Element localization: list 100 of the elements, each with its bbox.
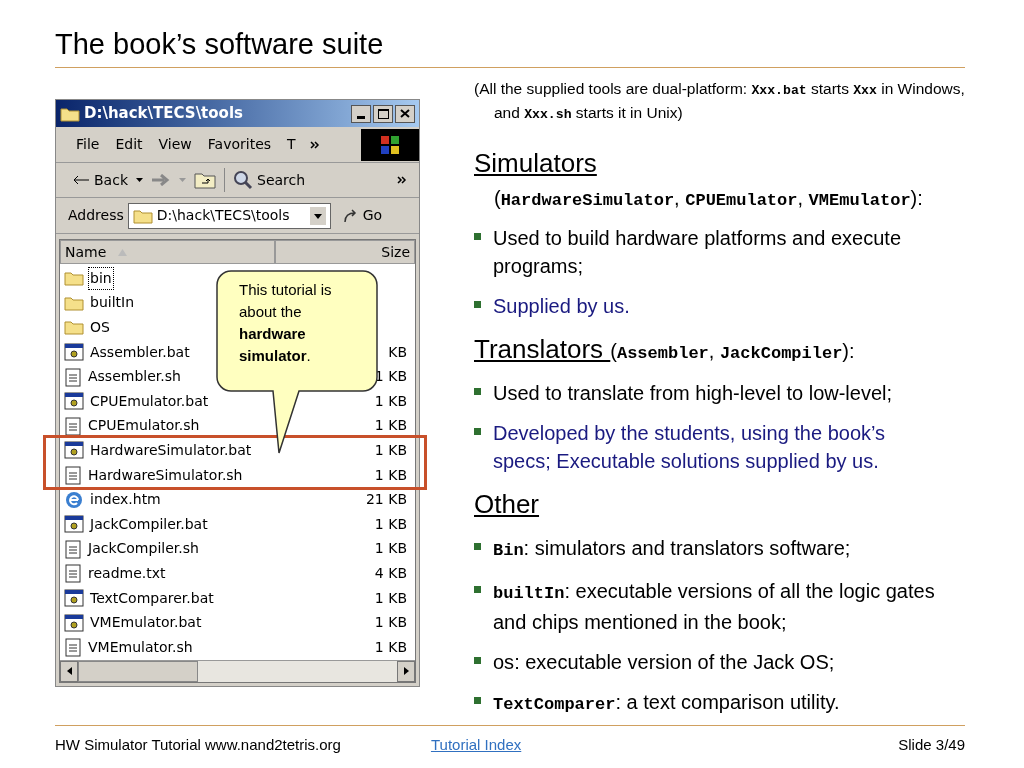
file-size: 1 KB: [374, 391, 408, 411]
text-file-icon: [64, 538, 82, 559]
left-arrow-icon: [66, 667, 72, 675]
dropdown-icon: [179, 178, 186, 182]
file-size: KB: [388, 342, 408, 362]
file-name[interactable]: JackCompiler.bat: [88, 512, 210, 536]
window-app-icon: [64, 441, 84, 460]
forward-arrow-icon: [151, 174, 171, 186]
file-size: 1 KB: [374, 613, 408, 633]
file-size: 1 KB: [374, 637, 408, 657]
back-arrow-icon: [72, 175, 90, 185]
bullet-text: Used to translate from high-level to low-level;: [493, 380, 893, 406]
scroll-right-button[interactable]: [397, 660, 415, 682]
section-detail: (Assembler, JackCompiler):: [610, 338, 855, 365]
search-button[interactable]: Search: [233, 169, 306, 191]
file-name[interactable]: HardwareSimulator.sh: [86, 463, 245, 487]
scroll-left-button[interactable]: [60, 660, 78, 682]
folder-icon: [132, 207, 153, 224]
address-label: Address: [68, 206, 124, 225]
close-button[interactable]: [395, 104, 415, 123]
maximize-button[interactable]: [373, 104, 393, 123]
dropdown-icon: [309, 206, 326, 225]
chevron-icon: [397, 176, 407, 184]
column-header[interactable]: Size: [275, 240, 415, 264]
bullet-text: Developed by the students, using the book’s specs; Executable solutions supplied by us.: [493, 420, 887, 474]
bullet-icon: [474, 696, 481, 704]
file-size: 1 KB: [374, 416, 408, 436]
chevron-icon: [309, 140, 320, 149]
section-heading: Other: [474, 487, 540, 521]
window-app-icon: [64, 515, 84, 534]
file-name[interactable]: JackCompiler.sh: [86, 537, 201, 561]
window-app-icon: [64, 613, 84, 632]
section-heading: Translators: [474, 332, 605, 366]
folder-icon: [60, 105, 80, 122]
file-name[interactable]: bin: [88, 266, 114, 290]
window-app-icon: [64, 392, 84, 411]
text-file-icon: [64, 637, 82, 658]
file-size: 21 KB: [365, 490, 408, 510]
file-size: 1 KB: [374, 588, 408, 608]
file-size: 1 KB: [374, 514, 408, 534]
file-name[interactable]: TextComparer.bat: [88, 586, 216, 610]
folder-up-icon: [194, 171, 216, 189]
bullet-icon: [474, 387, 481, 395]
bullet-text: Used to build hardware platforms and execute programs;: [493, 225, 902, 279]
text-file-icon: [64, 563, 82, 584]
file-name[interactable]: VMEmulator.sh: [86, 635, 195, 659]
file-size: 1 KB: [374, 440, 408, 460]
file-name[interactable]: Assembler.bat: [88, 340, 192, 364]
minimize-button[interactable]: [351, 104, 371, 123]
menu-item[interactable]: Edit: [107, 134, 151, 155]
section-heading: Simulators: [474, 147, 597, 180]
column-header[interactable]: Name: [60, 240, 275, 264]
back-button[interactable]: Back: [72, 169, 128, 191]
bullet-icon: [474, 542, 481, 550]
maximize-icon: [377, 108, 389, 119]
file-name[interactable]: builtIn: [88, 291, 137, 315]
file-name[interactable]: index.htm: [88, 488, 163, 512]
menu-item[interactable]: View: [150, 134, 200, 155]
right-arrow-icon: [403, 667, 409, 675]
bullet-icon: [474, 427, 481, 435]
text-file-icon: [64, 366, 82, 387]
file-name[interactable]: readme.txt: [86, 561, 168, 585]
sort-up-icon: [118, 248, 128, 256]
section-detail: (HardwareSimulator, CPUEmulator, VMEmulator):: [493, 186, 924, 212]
bullet-icon: [474, 656, 481, 664]
callout-text: This tutorial is about the hardware simulator.: [239, 280, 333, 366]
go-button[interactable]: Go: [342, 205, 383, 226]
window-title: D:\hack\TECS\tools: [84, 103, 243, 125]
slide-number: Slide 3/49: [898, 734, 965, 755]
bullet-text: builtIn: executable versions of all the logic gates and chips mentioned in the book;: [493, 578, 936, 635]
bullet-text: Supplied by us.: [493, 293, 630, 319]
bullet-text: TextComparer: a text comparison utility.: [493, 689, 840, 716]
tutorial-index-link[interactable]: Tutorial Index: [430, 733, 522, 757]
menu-item[interactable]: T: [279, 134, 304, 155]
file-name[interactable]: Assembler.sh: [86, 365, 183, 389]
folder-icon: [64, 319, 84, 336]
bullet-icon: [474, 300, 481, 308]
note-text: (All the supplied tools are dual-platform: Xxx.bat starts Xxx in Windows, and Xxx.sh starts it in Unix): [474, 79, 966, 124]
file-name[interactable]: OS: [88, 316, 112, 339]
footer-text: HW Simulator Tutorial www.nand2tetris.org: [55, 734, 341, 755]
window-app-icon: [64, 589, 84, 607]
curved-arrow-icon: [342, 207, 359, 224]
text-file-icon: [64, 465, 82, 486]
menu-item[interactable]: File: [68, 134, 108, 155]
close-icon: [400, 109, 410, 118]
bullet-text: Bin: simulators and translators software;: [493, 535, 851, 562]
minimize-icon: [357, 115, 365, 119]
folder-icon: [64, 294, 84, 311]
file-name[interactable]: CPUEmulator.sh: [86, 414, 202, 438]
file-name[interactable]: HardwareSimulator.bat: [88, 438, 254, 462]
search-icon: [233, 170, 253, 190]
file-name[interactable]: VMEmulator.bat: [88, 611, 204, 635]
bullet-icon: [474, 232, 481, 240]
file-name[interactable]: CPUEmulator.bat: [88, 389, 211, 413]
text-file-icon: [64, 415, 82, 436]
menu-item[interactable]: Favorites: [199, 134, 280, 155]
file-size: 1 KB: [374, 539, 408, 559]
address-field[interactable]: D:\hack\TECS\tools: [127, 202, 331, 229]
scroll-thumb[interactable]: [78, 660, 198, 682]
folder-icon: [64, 270, 84, 287]
